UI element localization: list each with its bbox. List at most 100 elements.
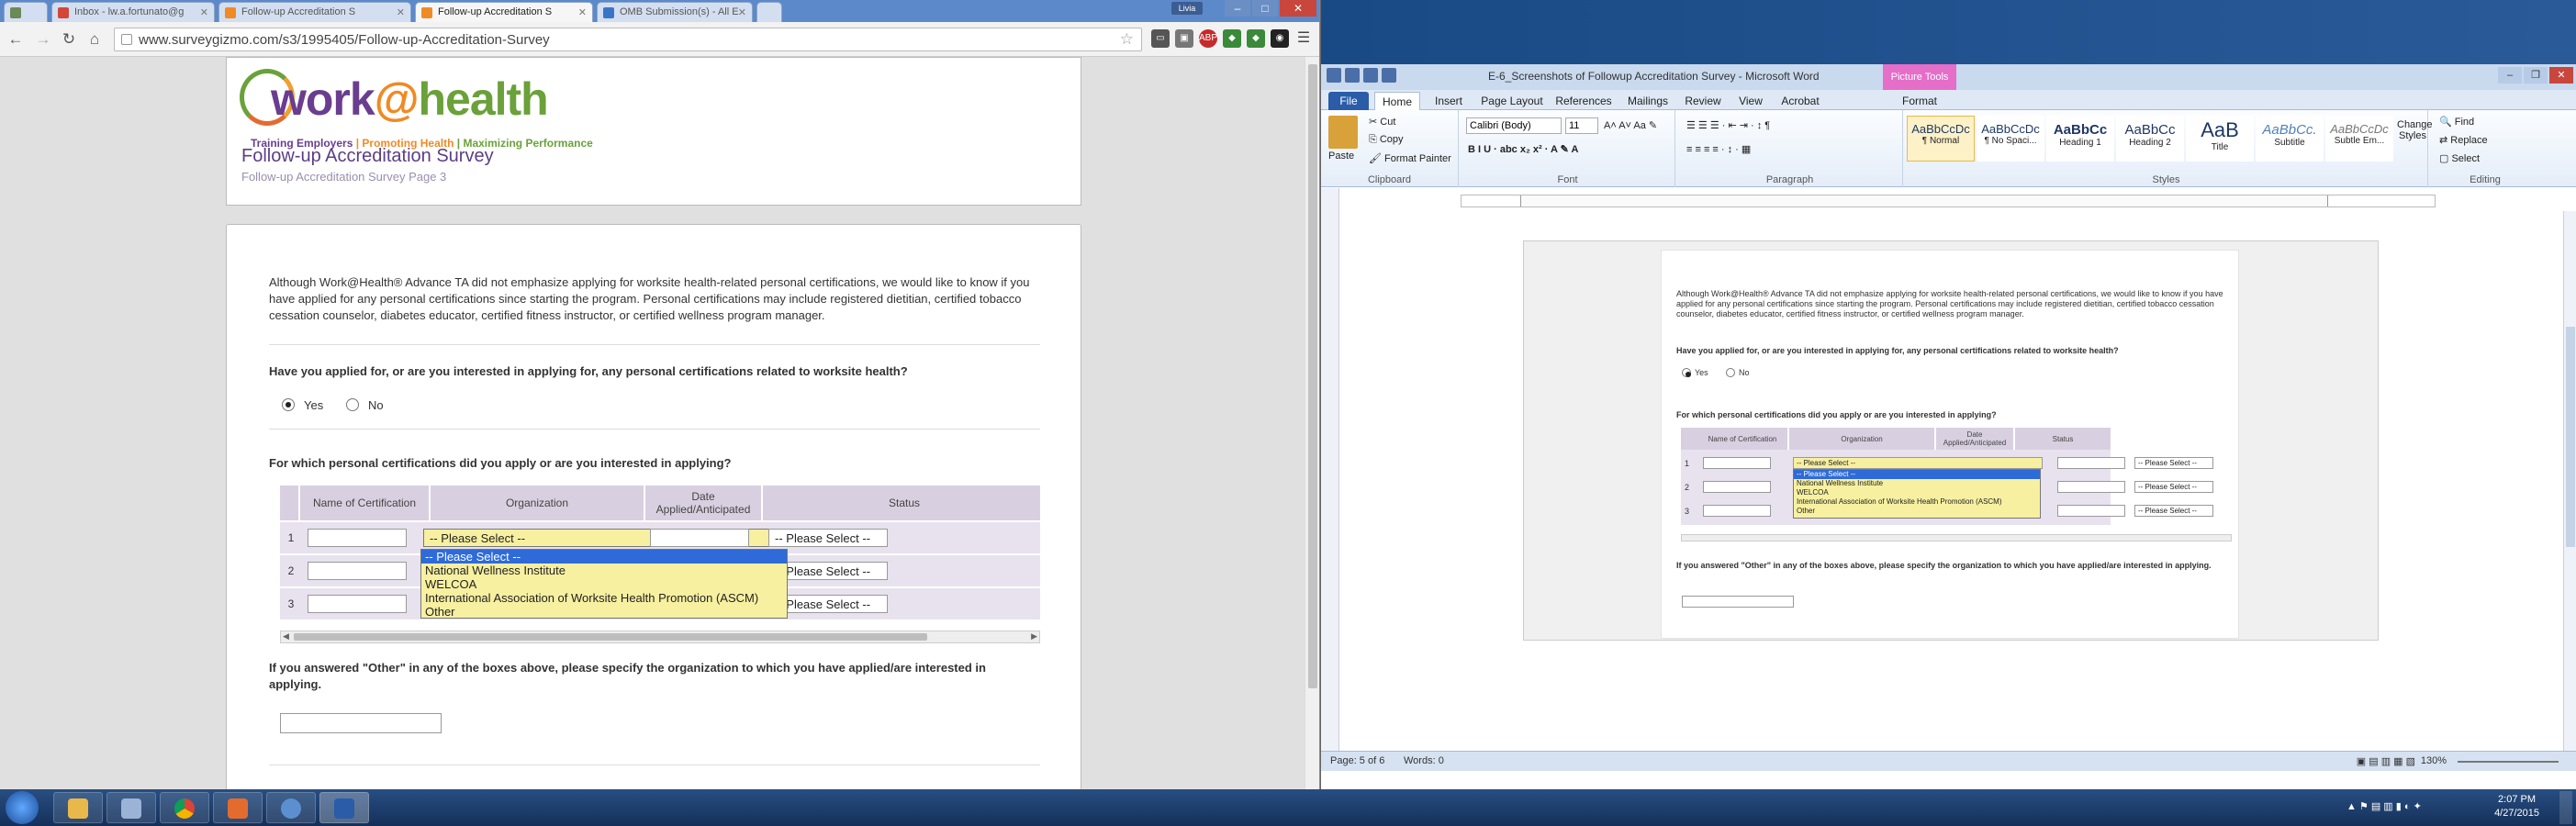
new-tab-button[interactable] [756,2,782,22]
home-button[interactable]: ⌂ [84,29,105,50]
back-button[interactable]: ← [6,29,26,50]
browser-tab-inbox[interactable]: Inbox - lw.a.fortunato@g ✕ [51,2,215,22]
date-input[interactable] [650,529,749,547]
tab-home[interactable]: Home [1374,92,1420,110]
browser-tab-omb[interactable]: OMB Submission(s) - All E ✕ [597,2,753,22]
bookmark-star-icon[interactable]: ☆ [1120,30,1134,49]
zoom-level[interactable]: 130% [2421,755,2447,766]
tab-view[interactable]: View [1730,92,1771,110]
dropdown-option[interactable]: Other [421,605,787,619]
find-button[interactable]: 🔍 Find [2439,116,2474,128]
style-heading-1[interactable]: AaBbCc Heading 1 [2046,116,2114,162]
word-vertical-scrollbar[interactable] [2563,211,2576,756]
taskbar-app[interactable] [266,792,316,823]
view-buttons[interactable]: ▣ ▤ ▥ ▦ ▧ [2357,755,2415,767]
close-tab-icon[interactable]: ✕ [578,6,587,18]
radio-no[interactable] [346,398,359,411]
style-title[interactable]: AaB Title [2186,116,2254,162]
minimize-button[interactable]: – [1225,0,1250,17]
status-page[interactable]: Page: 5 of 6 [1330,755,1384,766]
redo-icon[interactable] [1382,68,1396,83]
status-select[interactable]: -- Please Select -- [768,529,888,547]
tab-format[interactable]: Format [1883,92,1956,110]
scroll-left-icon[interactable]: ◀ [283,631,289,642]
paste-icon[interactable] [1328,116,1358,149]
cut-button[interactable]: ✂ Cut [1369,116,1395,128]
reload-button[interactable]: ↻ [59,29,79,50]
browser-tab-survey-active[interactable]: Follow-up Accreditation S ✕ [415,2,593,22]
list-buttons[interactable]: ☰ ☰ ☰ · ⇤ ⇥ · ↕ ¶ [1686,119,1770,131]
undo-icon[interactable] [1363,68,1378,83]
style-subtle-emphasis[interactable]: AaBbCcDc Subtle Em... [2325,116,2393,162]
taskbar-calculator[interactable] [106,792,156,823]
certification-name-input[interactable] [308,529,407,547]
taskbar-outlook[interactable] [213,792,263,823]
maximize-button[interactable]: □ [1252,0,1278,17]
font-size-select[interactable]: 11 [1565,117,1598,134]
restore-button[interactable]: ❐ [2524,67,2548,84]
address-bar[interactable]: www.surveygizmo.com/s3/1995405/Follow-up… [114,28,1142,51]
certification-name-input[interactable] [308,595,407,613]
cast-icon[interactable]: ▭ [1151,29,1170,48]
close-tab-icon[interactable]: ✕ [738,6,746,18]
certification-name-input[interactable] [308,562,407,580]
browser-tab-pinned[interactable] [4,2,48,22]
taskbar-word[interactable] [319,792,369,823]
zoom-slider[interactable] [2458,761,2559,763]
start-button[interactable] [6,791,39,824]
dropdown-option[interactable]: -- Please Select -- [421,550,787,564]
copy-button[interactable]: ⎘ Copy [1369,134,1404,146]
tray-icons[interactable]: ▲ ⚑ ▤ ▥ ▮ ◐ ✦ [2346,800,2422,812]
profile-chip[interactable]: Livia [1171,2,1203,15]
radio-yes[interactable] [282,398,295,411]
dropdown-option[interactable]: National Wellness Institute [421,564,787,577]
other-organization-input[interactable] [280,713,442,733]
status-words[interactable]: Words: 0 [1404,755,1444,766]
extension-icon[interactable]: ▣ [1175,29,1193,48]
tab-acrobat[interactable]: Acrobat [1775,92,1826,110]
grid-horizontal-scrollbar[interactable]: ◀ ▶ [280,631,1040,643]
tab-review[interactable]: Review [1679,92,1727,110]
tab-file[interactable]: File [1328,92,1369,110]
change-styles-button[interactable]: Change Styles [2397,119,2433,141]
taskbar-chrome[interactable] [160,792,209,823]
dropdown-option[interactable]: WELCOA [421,577,787,591]
tab-mailings[interactable]: Mailings [1620,92,1675,110]
close-tab-icon[interactable]: ✕ [397,6,405,18]
taskbar-explorer[interactable] [53,792,103,823]
page-vertical-scrollbar[interactable] [1305,57,1319,789]
style-normal[interactable]: AaBbCcDc ¶ Normal [1907,116,1975,162]
show-desktop-button[interactable] [2559,791,2572,824]
replace-button[interactable]: ⇄ Replace [2439,134,2488,146]
dropdown-option[interactable]: International Association of Worksite He… [421,591,787,605]
grow-shrink-font-buttons[interactable]: A˄ A˅ Aa ✎ [1604,119,1657,131]
evernote-icon[interactable]: ◆ [1223,29,1241,48]
align-buttons[interactable]: ≡ ≡ ≡ ≡ · ↕ · ▦ [1686,143,1751,155]
clock[interactable]: 2:07 PM 4/27/2015 [2494,793,2539,820]
menu-icon[interactable]: ☰ [1294,29,1313,48]
close-window-button[interactable]: ✕ [2549,67,2573,84]
style-subtitle[interactable]: AaBbCc. Subtitle [2256,116,2324,162]
style-heading-2[interactable]: AaBbCc Heading 2 [2116,116,2184,162]
browser-tab-survey-1[interactable]: Follow-up Accreditation S ✕ [218,2,411,22]
word-icon[interactable] [1327,68,1341,83]
lastpass-icon[interactable]: ◆ [1247,29,1265,48]
tab-page-layout[interactable]: Page Layout [1477,92,1547,110]
format-painter-button[interactable]: 🖌 Format Painter [1369,152,1451,164]
forward-button[interactable]: → [33,29,53,50]
scroll-right-icon[interactable]: ▶ [1031,631,1037,642]
adblock-plus-icon[interactable]: ABP [1199,29,1217,48]
minimize-button[interactable]: – [2498,67,2522,84]
close-tab-icon[interactable]: ✕ [200,6,208,18]
paste-button[interactable]: Paste [1328,151,1354,162]
select-button[interactable]: ▢ Select [2439,152,2480,164]
font-name-select[interactable]: Calibri (Body) [1466,117,1562,134]
horizontal-ruler[interactable] [1461,195,2436,207]
extension-icon[interactable]: ◉ [1271,29,1289,48]
tab-insert[interactable]: Insert [1426,92,1472,110]
save-icon[interactable] [1345,68,1360,83]
style-no-spacing[interactable]: AaBbCcDc ¶ No Spaci... [1977,116,2044,162]
format-buttons[interactable]: B I U · abc x₂ x² · A ✎ A [1468,143,1578,155]
tab-references[interactable]: References [1551,92,1617,110]
close-window-button[interactable]: ✕ [1280,0,1316,17]
